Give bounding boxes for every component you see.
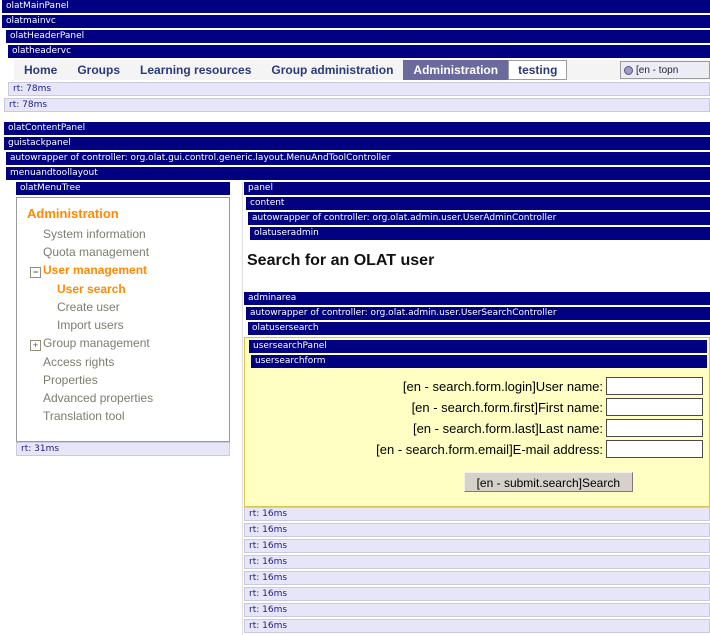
expand-icon[interactable]: + <box>30 340 41 351</box>
lastname-label: [en - search.form.last]Last name: <box>412 420 603 436</box>
search-submit-button[interactable]: [en - submit.search]Search <box>463 472 633 492</box>
tab-group-administration[interactable]: Group administration <box>261 60 403 80</box>
debug-bar-content: content <box>246 197 710 210</box>
content-column: panel content autowrapper of controller:… <box>242 182 710 635</box>
render-time-content: rt: 16ms <box>244 555 710 569</box>
main-layout: olatMenuTree Administration System infor… <box>0 182 710 635</box>
debug-bar-olatmainvc: olatmainvc <box>2 15 710 28</box>
tab-learning-resources[interactable]: Learning resources <box>130 60 261 80</box>
username-label: [en - search.form.login]User name: <box>402 378 603 394</box>
render-time-menu: rt: 31ms <box>16 442 230 456</box>
user-search-form-area: usersearchPanel usersearchform [en - sea… <box>244 337 710 507</box>
form-row-email: [en - search.form.email]E-mail address: <box>247 440 703 458</box>
render-time-content: rt: 16ms <box>244 619 710 633</box>
render-time-content: rt: 16ms <box>244 571 710 585</box>
page-title: Search for an OLAT user <box>247 252 435 269</box>
tab-testing[interactable]: testing <box>508 60 568 80</box>
user-search-form: [en - search.form.login]User name: [en -… <box>247 370 707 492</box>
menu-item-label: Group management <box>43 336 150 350</box>
render-time-header: rt: 78ms <box>8 82 710 96</box>
menu-item-label: User management <box>43 263 148 277</box>
debug-bar-autowrapper-menuandtool: autowrapper of controller: org.olat.gui.… <box>6 152 710 165</box>
debug-bar-autowrapper-useradmin: autowrapper of controller: org.olat.admi… <box>248 212 710 225</box>
form-actions: [en - submit.search]Search <box>247 472 633 492</box>
topnav-icon <box>624 65 633 75</box>
debug-bar-panel: panel <box>244 182 710 195</box>
tab-groups[interactable]: Groups <box>67 60 130 80</box>
username-input[interactable] <box>606 377 703 395</box>
lastname-input[interactable] <box>606 419 703 437</box>
email-input[interactable] <box>606 440 703 458</box>
menu-item-import-users[interactable]: Import users <box>17 316 229 334</box>
debug-bar-adminarea: adminarea <box>244 292 710 305</box>
admin-menu-tree: Administration System information Quota … <box>16 197 230 442</box>
menu-item-group-management[interactable]: + Group management <box>17 334 229 353</box>
debug-bar-usersearchform: usersearchform <box>251 355 707 368</box>
menu-item-properties[interactable]: Properties <box>17 371 229 389</box>
form-row-firstname: [en - search.form.first]First name: <box>247 398 703 416</box>
menu-item-user-management[interactable]: − User management <box>17 261 229 280</box>
render-time-content: rt: 16ms <box>244 523 710 537</box>
menu-item-quota-management[interactable]: Quota management <box>17 243 229 261</box>
firstname-label: [en - search.form.first]First name: <box>411 399 603 415</box>
render-time-content: rt: 16ms <box>244 603 710 617</box>
menu-item-translation-tool[interactable]: Translation tool <box>17 407 229 425</box>
form-row-username: [en - search.form.login]User name: <box>247 377 703 395</box>
debug-bar-olatusersearch: olatusersearch <box>248 322 710 335</box>
form-row-lastname: [en - search.form.last]Last name: <box>247 419 703 437</box>
collapse-icon[interactable]: − <box>30 267 41 278</box>
render-time-header: rt: 78ms <box>4 98 710 112</box>
menu-column: olatMenuTree Administration System infor… <box>16 182 230 458</box>
debug-bar-autowrapper-usersearch: autowrapper of controller: org.olat.admi… <box>246 307 710 320</box>
render-time-content: rt: 16ms <box>244 507 710 521</box>
debug-bar-olatmenutree: olatMenuTree <box>16 182 230 195</box>
debug-bar-guistackpanel: guistackpanel <box>4 137 710 150</box>
debug-bar-olatcontentpanel: olatContentPanel <box>4 122 710 135</box>
menu-item-access-rights[interactable]: Access rights <box>17 353 229 371</box>
topnav-box[interactable]: [en - topn <box>620 61 710 79</box>
menu-root-administration[interactable]: Administration <box>17 204 229 225</box>
menu-item-user-search[interactable]: User search <box>17 280 229 298</box>
render-time-content: rt: 16ms <box>244 539 710 553</box>
debug-bar-olatheaderpanel: olatHeaderPanel <box>6 30 710 43</box>
tab-home[interactable]: Home <box>14 60 67 80</box>
menu-item-system-information[interactable]: System information <box>17 225 229 243</box>
menu-item-advanced-properties[interactable]: Advanced properties <box>17 389 229 407</box>
debug-bar-olatheadervc: olatheadervc <box>8 45 710 58</box>
firstname-input[interactable] <box>606 398 703 416</box>
menu-item-create-user[interactable]: Create user <box>17 298 229 316</box>
tab-administration[interactable]: Administration <box>403 60 509 80</box>
email-label: [en - search.form.email]E-mail address: <box>376 441 603 457</box>
debug-bar-usersearchpanel: usersearchPanel <box>249 340 707 353</box>
top-navigation: Home Groups Learning resources Group adm… <box>14 60 710 80</box>
debug-bar-menuandtoollayout: menuandtoollayout <box>6 167 710 180</box>
debug-bar-olatuseradmin: olatuseradmin <box>250 227 710 240</box>
render-time-content: rt: 16ms <box>244 587 710 601</box>
topnav-label: [en - topn <box>636 64 679 76</box>
debug-bar-olatmainpanel: olatMainPanel <box>2 0 710 13</box>
